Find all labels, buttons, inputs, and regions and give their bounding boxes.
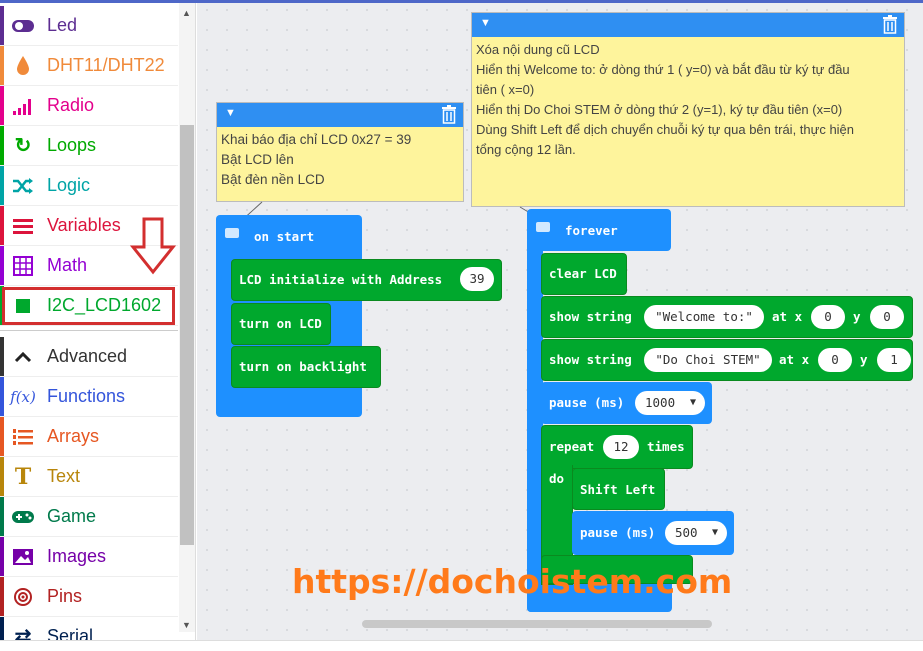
y-input[interactable]: 1	[877, 348, 911, 372]
pause-value: 1000	[645, 395, 676, 410]
dropdown-arrow-icon: ▼	[711, 527, 718, 538]
lcd-initialize-label: LCD initialize with Address	[239, 272, 443, 287]
forever-label: forever	[565, 223, 618, 238]
comment-badge-icon	[225, 228, 239, 238]
x-input[interactable]: 0	[811, 305, 845, 329]
at-x-label: at x	[779, 352, 810, 367]
y-label: y	[853, 309, 861, 324]
show-string-label: show string	[549, 352, 632, 367]
show-string-label: show string	[549, 309, 632, 324]
workspace-horizontal-scrollbar[interactable]	[362, 620, 712, 628]
pause-dropdown-2[interactable]: 500 ▼	[665, 521, 727, 545]
on-start-label: on start	[254, 229, 315, 244]
pause-dropdown-1[interactable]: 1000 ▼	[635, 391, 705, 415]
pause-label: pause (ms)	[580, 525, 656, 540]
bottom-toolbar-strip	[0, 640, 923, 651]
string-input-welcome[interactable]: "Welcome to:"	[644, 305, 764, 329]
repeat-label: repeat	[549, 439, 595, 454]
pause-value: 500	[675, 525, 698, 540]
string-input-do-choi-stem[interactable]: "Do Choi STEM"	[644, 348, 772, 372]
clear-lcd-label: clear LCD	[549, 266, 617, 281]
do-label: do	[549, 471, 565, 486]
times-label: times	[647, 439, 685, 454]
repeat-count-input[interactable]: 12	[603, 435, 639, 459]
x-input[interactable]: 0	[818, 348, 852, 372]
y-input[interactable]: 0	[870, 305, 904, 329]
y-label: y	[860, 352, 868, 367]
dropdown-arrow-icon: ▼	[689, 397, 696, 408]
pause-label: pause (ms)	[549, 395, 625, 410]
shift-left-label: Shift Left	[580, 482, 656, 497]
watermark-url: https://dochoistem.com	[292, 562, 733, 601]
comment-badge-icon	[536, 222, 550, 232]
turn-on-lcd-label: turn on LCD	[239, 316, 322, 331]
turn-on-backlight-label: turn on backlight	[239, 359, 367, 374]
address-input[interactable]: 39	[460, 267, 494, 291]
at-x-label: at x	[772, 309, 803, 324]
